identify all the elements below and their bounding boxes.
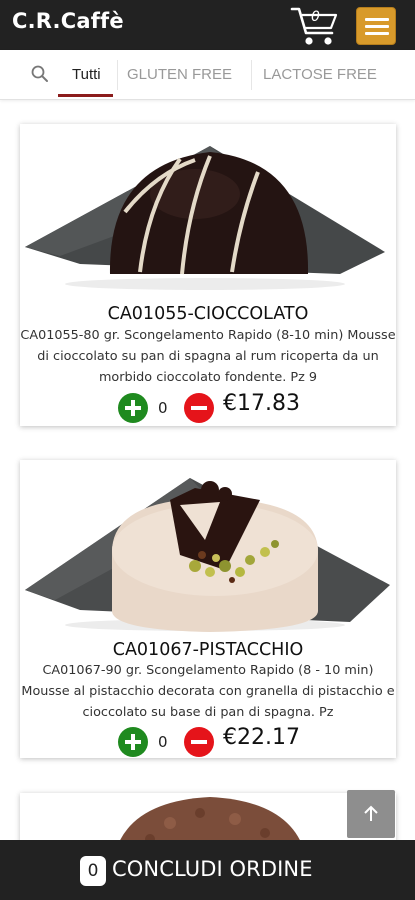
- product-card[interactable]: CA01055-CIOCCOLATO CA01055-80 gr. Sconge…: [20, 124, 396, 426]
- tab-gluten-free[interactable]: GLUTEN FREE: [127, 66, 232, 83]
- add-quantity-button[interactable]: [118, 727, 148, 757]
- product-price: €22.17: [223, 725, 300, 750]
- menu-button[interactable]: [356, 7, 396, 45]
- quantity-value: 0: [158, 733, 168, 751]
- quantity-stepper: 0 €17.83: [20, 391, 396, 423]
- plus-icon: [131, 734, 135, 750]
- hamburger-icon-line: [365, 32, 389, 35]
- add-quantity-button[interactable]: [118, 393, 148, 423]
- cart-button[interactable]: 0: [290, 5, 340, 47]
- product-title: CA01067-PISTACCHIO: [112, 640, 304, 660]
- scroll-to-top-button[interactable]: [347, 790, 395, 838]
- product-description: CA01055-80 gr. Scongelamento Rapido (8-1…: [20, 328, 396, 385]
- remove-quantity-button[interactable]: [184, 727, 214, 757]
- brand-logo[interactable]: C.R.Caffè: [12, 9, 124, 33]
- search-icon[interactable]: [30, 64, 50, 84]
- quantity-stepper: 0 €22.17: [20, 725, 396, 757]
- arrow-up-icon: [364, 805, 378, 821]
- hamburger-icon-line: [365, 18, 389, 21]
- checkout-bar[interactable]: 0 CONCLUDI ORDINE: [0, 840, 415, 900]
- top-bar: C.R.Caffè 0: [0, 0, 415, 50]
- cart-count-badge: 0: [311, 9, 320, 25]
- active-tab-indicator: [58, 94, 113, 97]
- tab-divider: [117, 60, 118, 90]
- product-price: €17.83: [223, 391, 300, 416]
- product-image: [20, 124, 396, 294]
- remove-quantity-button[interactable]: [184, 393, 214, 423]
- minus-icon: [191, 406, 207, 410]
- tab-lactose-free[interactable]: LACTOSE FREE: [263, 66, 377, 83]
- plus-icon: [131, 400, 135, 416]
- checkout-button[interactable]: CONCLUDI ORDINE: [112, 857, 313, 881]
- quantity-value: 0: [158, 399, 168, 417]
- order-count-badge: 0: [80, 856, 106, 886]
- product-description: CA01067-90 gr. Scongelamento Rapido (8 -…: [21, 663, 395, 720]
- hamburger-icon-line: [365, 25, 389, 28]
- tab-divider: [251, 60, 252, 90]
- minus-icon: [191, 740, 207, 744]
- product-image: [20, 460, 396, 632]
- filter-tabs: Tutti GLUTEN FREE LACTOSE FREE: [0, 50, 415, 100]
- product-title: CA01055-CIOCCOLATO: [107, 304, 309, 324]
- tab-tutti[interactable]: Tutti: [72, 66, 101, 83]
- product-card[interactable]: CA01067-PISTACCHIO CA01067-90 gr. Sconge…: [20, 460, 396, 758]
